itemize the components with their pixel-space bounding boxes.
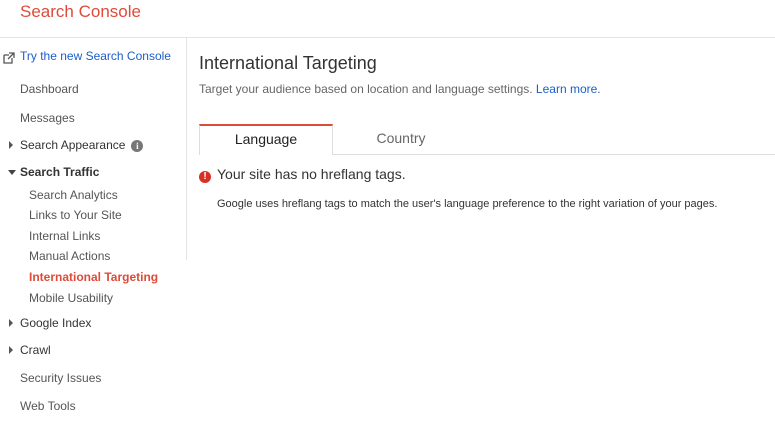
sidebar-item-web-tools[interactable]: Web Tools (20, 399, 76, 413)
sidebar-item-label: Crawl (20, 343, 51, 357)
sidebar-subitem-internal-links[interactable]: Internal Links (29, 229, 100, 243)
tab-country[interactable]: Country (335, 124, 467, 153)
chevron-right-icon (9, 319, 13, 327)
tab-bar: Language Country (199, 124, 775, 155)
sidebar-item-security-issues[interactable]: Security Issues (20, 371, 101, 385)
sidebar-item-google-index[interactable]: Google Index (9, 316, 92, 330)
learn-more-link[interactable]: Learn more. (536, 82, 601, 96)
tab-language[interactable]: Language (199, 124, 333, 155)
sidebar-subitem-links-to-your-site[interactable]: Links to Your Site (29, 208, 122, 222)
try-new-console-link[interactable]: Try the new Search Console (20, 49, 171, 63)
sidebar-subitem-manual-actions[interactable]: Manual Actions (29, 249, 110, 263)
chevron-right-icon (9, 346, 13, 354)
sidebar-item-crawl[interactable]: Crawl (9, 343, 51, 357)
app-header: Search Console (0, 0, 775, 38)
page-title: International Targeting (199, 53, 377, 73)
sidebar-item-dashboard[interactable]: Dashboard (20, 82, 79, 96)
error-icon: ! (199, 171, 211, 183)
app-brand[interactable]: Search Console (20, 2, 141, 22)
page-subtitle: Target your audience based on location a… (199, 82, 601, 96)
sidebar-item-messages[interactable]: Messages (20, 111, 75, 125)
sidebar-subitem-search-analytics[interactable]: Search Analytics (29, 188, 118, 202)
sidebar-item-label: Search Appearance (20, 138, 126, 152)
chevron-down-icon (8, 170, 16, 175)
subtitle-text: Target your audience based on location a… (199, 82, 533, 96)
alert-text: Your site has no hreflang tags. (217, 166, 406, 182)
sidebar-subitem-mobile-usability[interactable]: Mobile Usability (29, 291, 113, 305)
sidebar-item-label: Google Index (20, 316, 92, 330)
sidebar-item-search-traffic[interactable]: Search Traffic (8, 165, 100, 179)
sidebar-item-search-appearance[interactable]: Search Appearance i (9, 138, 144, 152)
info-icon[interactable]: i (131, 140, 144, 152)
alert-message: ! Your site has no hreflang tags. (199, 166, 406, 183)
sidebar-item-label: Search Traffic (20, 165, 100, 179)
sidebar-subitem-international-targeting[interactable]: International Targeting (29, 270, 158, 284)
description-text: Google uses hreflang tags to match the u… (217, 198, 718, 210)
chevron-right-icon (9, 141, 13, 149)
